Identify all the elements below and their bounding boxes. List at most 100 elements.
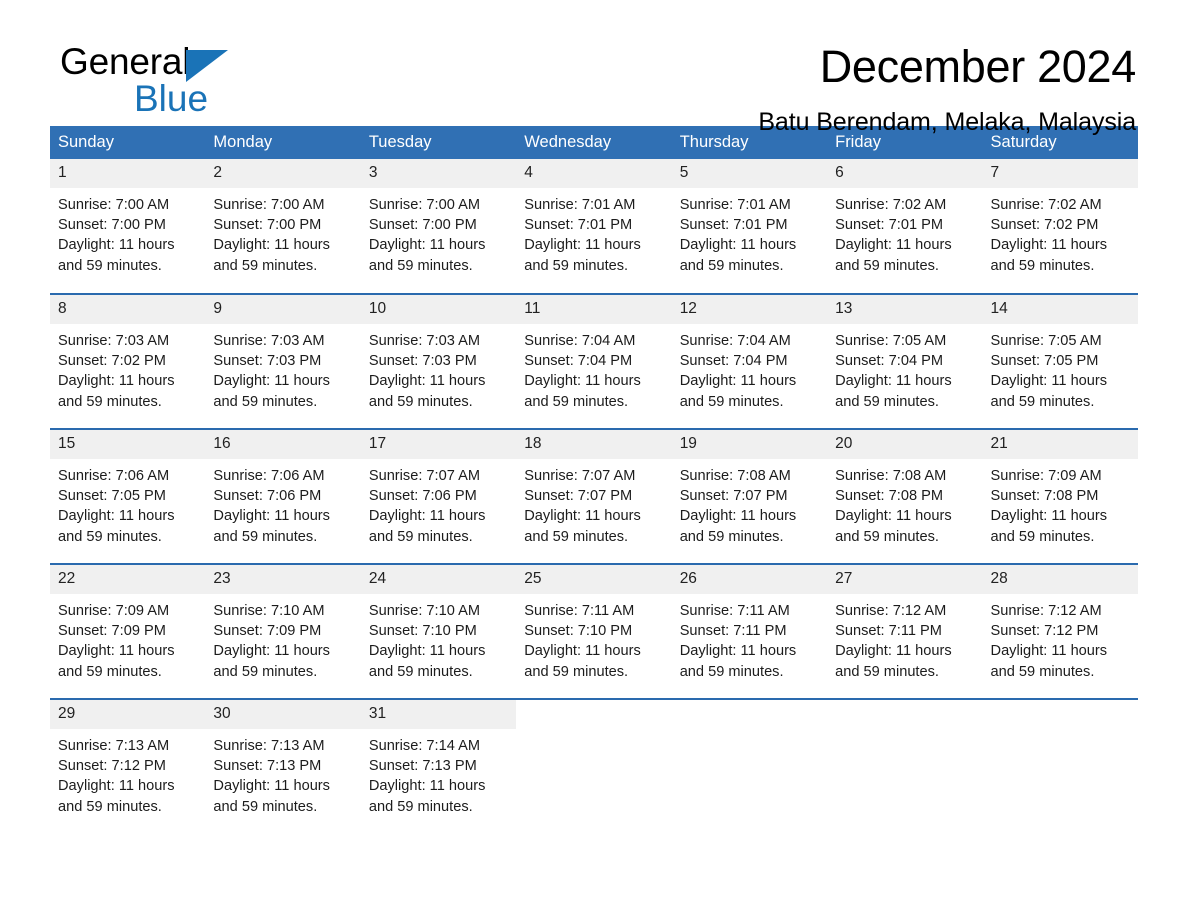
daylight-text: Daylight: 11 hours and 59 minutes.: [58, 508, 175, 545]
calendar-day-cell[interactable]: 24 Sunrise: 7:10 AM Sunset: 7:10 PM Dayligh…: [360, 563, 517, 699]
day-number: [982, 700, 1138, 729]
calendar-body: 1 Sunrise: 7:00 AM Sunset: 7:00 PM Daylight…: [50, 159, 1138, 834]
calendar-day-cell[interactable]: 21 Sunrise: 7:09 AM Sunset: 7:08 PM Dayligh…: [982, 428, 1138, 564]
day-number: 20: [827, 430, 983, 459]
day-number: 31: [360, 700, 517, 729]
day-details: Sunrise: 7:14 AM Sunset: 7:13 PM Daylight:…: [361, 729, 516, 817]
daylight-text: Daylight: 11 hours and 59 minutes.: [58, 778, 175, 815]
day-number: 1: [50, 159, 206, 188]
day-details: Sunrise: 7:10 AM Sunset: 7:10 PM Daylight:…: [361, 594, 516, 682]
calendar-day-cell[interactable]: 13 Sunrise: 7:05 AM Sunset: 7:04 PM Dayligh…: [827, 293, 983, 429]
daylight-text: Daylight: 11 hours and 59 minutes.: [58, 237, 175, 274]
calendar-day-cell[interactable]: 12 Sunrise: 7:04 AM Sunset: 7:04 PM Dayligh…: [671, 293, 828, 429]
calendar-day-cell[interactable]: 10 Sunrise: 7:03 AM Sunset: 7:03 PM Dayligh…: [360, 293, 517, 429]
calendar-day-cell[interactable]: 6 Sunrise: 7:02 AM Sunset: 7:01 PM Daylight…: [827, 159, 983, 294]
day-number: 15: [50, 430, 206, 459]
sunset-text: Sunset: 7:10 PM: [368, 623, 477, 640]
calendar-day-cell[interactable]: 2 Sunrise: 7:00 AM Sunset: 7:00 PM Daylight…: [205, 159, 361, 294]
calendar-day-cell[interactable]: 4 Sunrise: 7:01 AM Sunset: 7:01 PM Daylight…: [516, 159, 672, 294]
day-number: 9: [205, 295, 361, 324]
calendar-day-cell[interactable]: 29 Sunrise: 7:13 AM Sunset: 7:12 PM Dayligh…: [50, 698, 206, 834]
daylight-text: Daylight: 11 hours and 59 minutes.: [990, 237, 1108, 274]
calendar-day-cell[interactable]: 5 Sunrise: 7:01 AM Sunset: 7:01 PM Daylight…: [671, 159, 828, 294]
day-details: Sunrise: 7:08 AM Sunset: 7:07 PM Daylight:…: [672, 459, 827, 547]
calendar-day-cell[interactable]: 16 Sunrise: 7:06 AM Sunset: 7:06 PM Dayligh…: [205, 428, 361, 564]
calendar-day-cell[interactable]: 15 Sunrise: 7:06 AM Sunset: 7:05 PM Dayligh…: [50, 428, 206, 564]
sunrise-text: Sunrise: 7:05 AM: [835, 333, 947, 349]
day-details: Sunrise: 7:08 AM Sunset: 7:08 PM Daylight:…: [827, 459, 982, 547]
logo-top-line: General: [60, 40, 390, 84]
day-number: 28: [982, 565, 1138, 594]
day-number: 16: [205, 430, 361, 459]
daylight-text: Daylight: 11 hours and 59 minutes.: [679, 373, 797, 410]
calendar-page: General Blue December 2024 Batu Berendam…: [0, 0, 1188, 918]
day-details: Sunrise: 7:11 AM Sunset: 7:11 PM Daylight:…: [672, 594, 827, 682]
calendar-day-cell[interactable]: 20 Sunrise: 7:08 AM Sunset: 7:08 PM Dayligh…: [827, 428, 983, 564]
calendar-day-cell[interactable]: 11 Sunrise: 7:04 AM Sunset: 7:04 PM Dayligh…: [516, 293, 672, 429]
calendar-day-cell[interactable]: 27 Sunrise: 7:12 AM Sunset: 7:11 PM Dayligh…: [827, 563, 983, 699]
calendar-day-cell[interactable]: 9 Sunrise: 7:03 AM Sunset: 7:03 PM Daylight…: [205, 293, 361, 429]
sunset-text: Sunset: 7:04 PM: [835, 353, 944, 370]
calendar-day-cell[interactable]: 8 Sunrise: 7:03 AM Sunset: 7:02 PM Daylight…: [50, 293, 206, 429]
sunrise-text: Sunrise: 7:03 AM: [213, 333, 325, 349]
sunrise-text: Sunrise: 7:14 AM: [368, 738, 480, 754]
day-number: 14: [982, 295, 1138, 324]
calendar-day-cell[interactable]: 19 Sunrise: 7:08 AM Sunset: 7:07 PM Dayligh…: [671, 428, 828, 564]
calendar-day-cell[interactable]: 31 Sunrise: 7:14 AM Sunset: 7:13 PM Dayligh…: [360, 698, 517, 834]
calendar-day-cell[interactable]: 30 Sunrise: 7:13 AM Sunset: 7:13 PM Dayligh…: [205, 698, 361, 834]
sunrise-text: Sunrise: 7:09 AM: [990, 468, 1102, 484]
sunset-text: Sunset: 7:03 PM: [368, 353, 477, 370]
calendar-day-cell[interactable]: 22 Sunrise: 7:09 AM Sunset: 7:09 PM Dayligh…: [50, 563, 206, 699]
day-number: 7: [982, 159, 1138, 188]
sunrise-text: Sunrise: 7:08 AM: [679, 468, 791, 484]
day-details: Sunrise: 7:13 AM Sunset: 7:13 PM Daylight:…: [205, 729, 360, 817]
daylight-text: Daylight: 11 hours and 59 minutes.: [990, 508, 1108, 545]
sunset-text: Sunset: 7:06 PM: [368, 488, 477, 505]
sunrise-text: Sunrise: 7:06 AM: [213, 468, 325, 484]
day-number: 25: [516, 565, 672, 594]
calendar-day-cell[interactable]: 23 Sunrise: 7:10 AM Sunset: 7:09 PM Dayligh…: [205, 563, 361, 699]
sunset-text: Sunset: 7:00 PM: [368, 217, 477, 234]
sunset-text: Sunset: 7:11 PM: [835, 623, 942, 640]
calendar-day-cell[interactable]: 1 Sunrise: 7:00 AM Sunset: 7:00 PM Daylight…: [50, 159, 206, 294]
daylight-text: Daylight: 11 hours and 59 minutes.: [368, 237, 486, 274]
calendar-day-cell[interactable]: 7 Sunrise: 7:02 AM Sunset: 7:02 PM Daylight…: [982, 159, 1138, 294]
sunrise-text: Sunrise: 7:04 AM: [524, 333, 636, 349]
sunset-text: Sunset: 7:06 PM: [213, 488, 322, 505]
page-header: General Blue December 2024 Batu Berendam…: [50, 0, 1138, 136]
sunrise-text: Sunrise: 7:12 AM: [835, 603, 947, 619]
calendar-day-cell[interactable]: 14 Sunrise: 7:05 AM Sunset: 7:05 PM Dayligh…: [982, 293, 1138, 429]
day-details: Sunrise: 7:00 AM Sunset: 7:00 PM Daylight:…: [50, 188, 205, 276]
daylight-text: Daylight: 11 hours and 59 minutes.: [213, 237, 330, 274]
calendar-day-cell[interactable]: 28 Sunrise: 7:12 AM Sunset: 7:12 PM Dayligh…: [982, 563, 1138, 699]
day-number: 2: [205, 159, 361, 188]
sunset-text: Sunset: 7:11 PM: [679, 623, 787, 640]
day-number: 5: [671, 159, 828, 188]
daylight-text: Daylight: 11 hours and 59 minutes.: [213, 373, 330, 410]
day-number: 6: [827, 159, 983, 188]
calendar-day-cell[interactable]: 18 Sunrise: 7:07 AM Sunset: 7:07 PM Dayligh…: [516, 428, 672, 564]
day-number: 12: [671, 295, 828, 324]
sunrise-text: Sunrise: 7:06 AM: [58, 468, 170, 484]
sunrise-text: Sunrise: 7:13 AM: [213, 738, 325, 754]
sunset-text: Sunset: 7:07 PM: [524, 488, 633, 505]
daylight-text: Daylight: 11 hours and 59 minutes.: [58, 643, 175, 680]
sunset-text: Sunset: 7:04 PM: [524, 353, 633, 370]
calendar-day-cell[interactable]: 25 Sunrise: 7:11 AM Sunset: 7:10 PM Dayligh…: [516, 563, 672, 699]
calendar-day-cell[interactable]: 26 Sunrise: 7:11 AM Sunset: 7:11 PM Dayligh…: [671, 563, 828, 699]
daylight-text: Daylight: 11 hours and 59 minutes.: [679, 237, 797, 274]
calendar-week-row: 29 Sunrise: 7:13 AM Sunset: 7:12 PM Dayligh…: [50, 698, 1138, 834]
day-details: Sunrise: 7:09 AM Sunset: 7:08 PM Daylight:…: [983, 459, 1138, 547]
sunrise-text: Sunrise: 7:00 AM: [58, 197, 170, 213]
calendar-day-cell-empty: [671, 698, 828, 834]
calendar-day-cell[interactable]: 3 Sunrise: 7:00 AM Sunset: 7:00 PM Daylight…: [360, 159, 517, 294]
day-details: Sunrise: 7:04 AM Sunset: 7:04 PM Daylight:…: [516, 324, 671, 412]
sunset-text: Sunset: 7:00 PM: [213, 217, 322, 234]
day-number: 11: [516, 295, 672, 324]
day-number: 13: [827, 295, 983, 324]
calendar-week-row: 22 Sunrise: 7:09 AM Sunset: 7:09 PM Dayligh…: [50, 563, 1138, 699]
daylight-text: Daylight: 11 hours and 59 minutes.: [990, 643, 1108, 680]
day-number: 19: [671, 430, 828, 459]
calendar-day-cell[interactable]: 17 Sunrise: 7:07 AM Sunset: 7:06 PM Dayligh…: [360, 428, 517, 564]
daylight-text: Daylight: 11 hours and 59 minutes.: [835, 643, 952, 680]
